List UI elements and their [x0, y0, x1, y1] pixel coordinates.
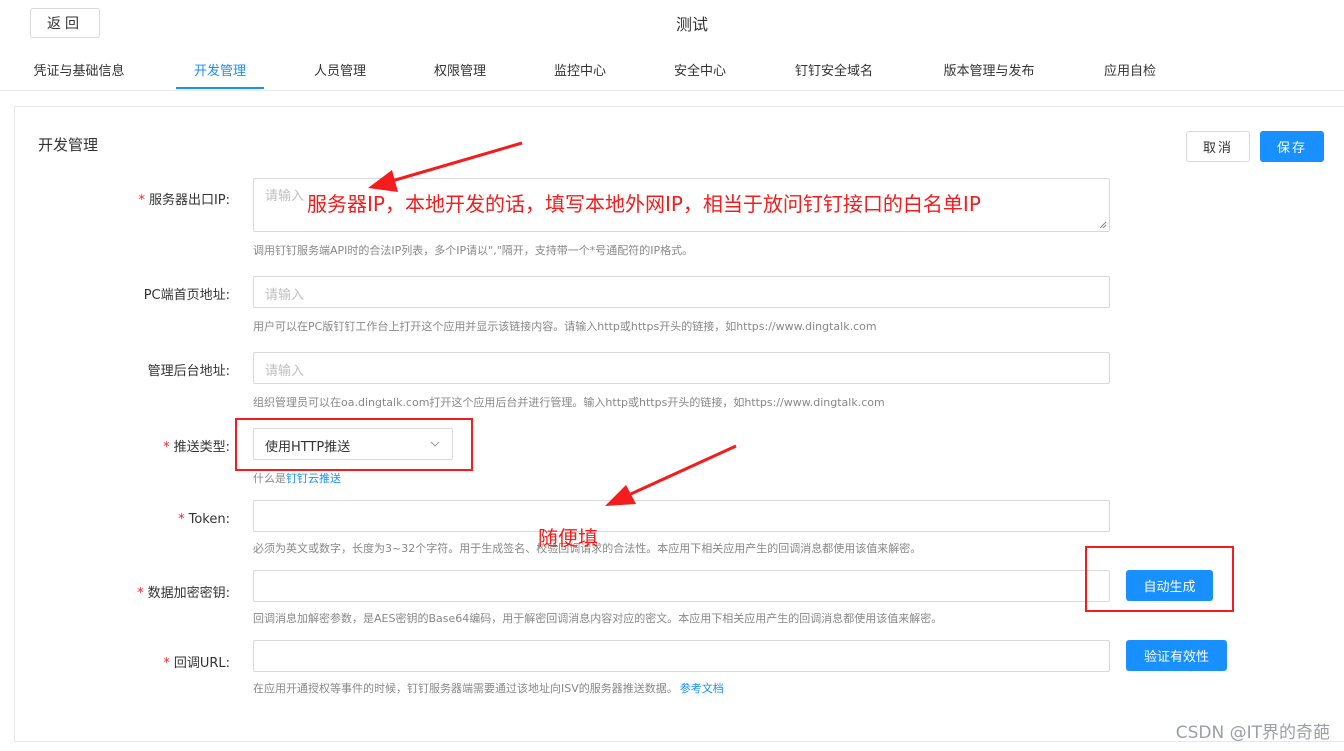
annotation-arrows — [368, 141, 737, 506]
watermark: CSDN @IT界的奇葩 — [1175, 723, 1330, 743]
arrow-icon — [368, 141, 523, 192]
arrow-icon — [605, 444, 737, 506]
